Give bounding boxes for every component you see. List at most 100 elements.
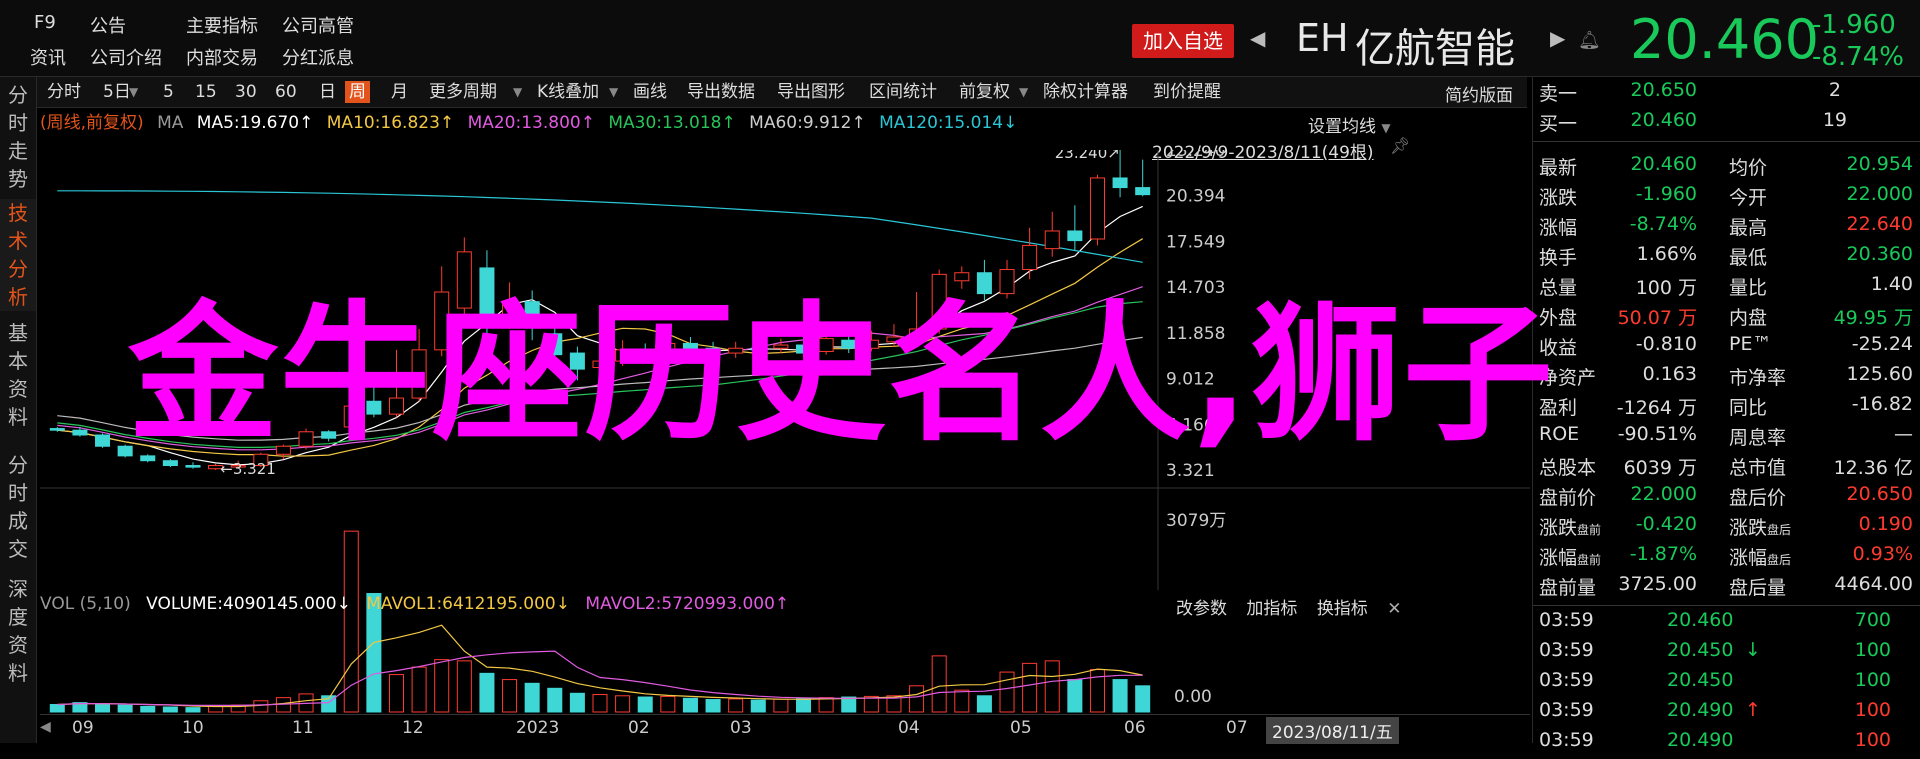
tb-day[interactable]: 日 [319,81,336,103]
candle-body [1067,230,1083,242]
tb-month[interactable]: 月 [391,81,408,103]
trade-arrow: ↑ [1745,699,1761,721]
tb-week[interactable]: 周 [345,81,370,103]
switch-indicator-button[interactable]: 换指标 [1317,599,1368,619]
stat-value: 20.954 [1846,153,1913,175]
ma-legend: (周线,前复权) MA MA5:19.670↑ MA10:16.823↑ MA2… [40,108,1025,133]
volume-bar [117,704,133,713]
close-icon[interactable]: ✕ [1387,599,1401,619]
tb-ex-rights-calc[interactable]: 除权计算器 [1043,81,1128,103]
volume-bar [931,655,947,713]
stat-value: 22.640 [1846,213,1913,235]
stat-row: 涨跌盘前 -0.420 涨跌盘后 0.190 [1533,513,1920,543]
alert-bell-icon[interactable]: 🔔︎ [1578,30,1601,51]
stat-row: 盈利 -1264 万同比 -16.82 [1533,393,1920,423]
tab-timeshare[interactable]: 分时走势 [0,81,36,193]
x-tick: 06 [1124,718,1146,738]
volume-bar [547,687,563,713]
ma-mode[interactable]: (周线,前复权) [40,113,144,133]
volume-bar [1067,679,1083,713]
menu-info[interactable]: 资讯 [30,44,66,70]
tb-kline-overlay[interactable]: K线叠加 [537,81,599,103]
last-price: 20.460 [1630,8,1819,71]
tb-export-data[interactable]: 导出数据 [687,81,755,103]
tb-forward-adjust[interactable]: 前复权 [959,81,1010,103]
tb-30min[interactable]: 30 [235,81,257,103]
stat-value: 49.95 万 [1833,307,1913,329]
tb-draw-line[interactable]: 画线 [633,81,667,103]
trade-volume: 100 [1854,729,1891,751]
stat-label-sub: 盘前 [1577,523,1602,537]
left-tab-label: 基本资料 [8,321,28,429]
tb-price-alert[interactable]: 到价提醒 [1153,81,1221,103]
tb-range-stats[interactable]: 区间统计 [869,81,937,103]
trade-row: 03:59 20.460 700 [1533,609,1920,639]
trade-price: 20.490 [1667,729,1734,751]
scroll-left-icon[interactable]: ◀ [40,719,51,735]
tab-technical[interactable]: 技术分析 [0,199,36,311]
tb-adjust-dropdown-icon[interactable]: ▼ [1019,81,1028,103]
volume-bar [682,697,698,713]
stat-value: -1.87% [1629,543,1697,565]
menu-main-index[interactable]: 主要指标 [186,12,258,38]
stat-label-text: 涨幅 [1729,547,1768,569]
stat-label-text: 盘后量 [1729,577,1787,599]
x-tick: 09 [72,718,94,738]
set-average-lines-button[interactable]: 设置均线 ▼ [1308,112,1391,137]
stat-label: 内盘 [1729,303,1767,330]
menu-insider-trade[interactable]: 内部交易 [186,44,258,70]
volume-bar [976,695,992,713]
edit-params-button[interactable]: 改参数 [1176,599,1227,619]
tb-5min[interactable]: 5 [163,81,174,103]
tb-more-dropdown-icon[interactable]: ▼ [513,81,522,103]
volume-bar [162,706,178,713]
stat-label: 涨幅盘前 [1539,543,1601,570]
candle-body [1022,244,1038,271]
menu-company-intro[interactable]: 公司介绍 [90,44,162,70]
stat-label: 涨幅盘后 [1729,543,1791,570]
tb-export-chart[interactable]: 导出图形 [777,81,845,103]
tb-simple-layout[interactable]: 简约版面 [1445,81,1513,106]
stat-value: 20.650 [1846,483,1913,505]
tb-5day[interactable]: 5日 [103,81,131,103]
candle-body [49,428,65,431]
menu-notice[interactable]: 公告 [90,12,126,38]
add-watchlist-button[interactable]: 加入自选 [1132,24,1234,58]
stat-label-text: 涨幅 [1539,217,1578,239]
stat-label-text: 盘前价 [1539,487,1597,509]
stat-value: 12.36 亿 [1833,457,1913,479]
tb-overlay-dropdown-icon[interactable]: ▼ [609,81,618,103]
stat-label-text: 盘后价 [1729,487,1787,509]
volume-bar [456,660,472,713]
stat-label-text: 换手 [1539,247,1578,269]
y-tick-label: 23.240 [1166,150,1225,161]
add-indicator-button[interactable]: 加指标 [1246,599,1297,619]
next-stock-icon[interactable]: ▶ [1550,26,1565,50]
tab-time-trades[interactable]: 分时成交 [0,451,36,563]
y-tick-label: 3.321 [1166,461,1215,481]
trade-time: 03:59 [1539,699,1594,721]
high-annotation: 23.240↗ [1055,150,1120,162]
menu-company-exec[interactable]: 公司高管 [282,12,354,38]
set-avg-dropdown-icon: ▼ [1381,121,1391,135]
menu-f9[interactable]: F9 [34,12,56,33]
top-menu: F9 公告 主要指标 公司高管 资讯 公司介绍 内部交易 分红派息 [10,0,370,76]
volume-bar [1112,679,1128,713]
stat-label-text: 涨跌 [1729,517,1768,539]
tab-basic-info[interactable]: 基本资料 [0,319,36,431]
tb-timeshare[interactable]: 分时 [47,81,81,103]
tab-deep-info[interactable]: 深度资料 [0,575,36,687]
tb-5day-dropdown-icon[interactable]: ▼ [129,81,138,103]
tb-15min[interactable]: 15 [195,81,217,103]
stat-value: -16.82 [1851,393,1913,415]
volume-bar [954,689,970,713]
stat-label: 同比 [1729,393,1767,420]
tb-60min[interactable]: 60 [275,81,297,103]
prev-stock-icon[interactable]: ◀ [1250,26,1265,50]
volume-bar [388,674,404,713]
trade-price: 20.450 [1667,639,1734,661]
tb-more-periods[interactable]: 更多周期 [429,81,497,103]
menu-dividend[interactable]: 分红派息 [282,44,354,70]
volume-bar [140,705,156,713]
stat-value: -0.810 [1635,333,1697,355]
